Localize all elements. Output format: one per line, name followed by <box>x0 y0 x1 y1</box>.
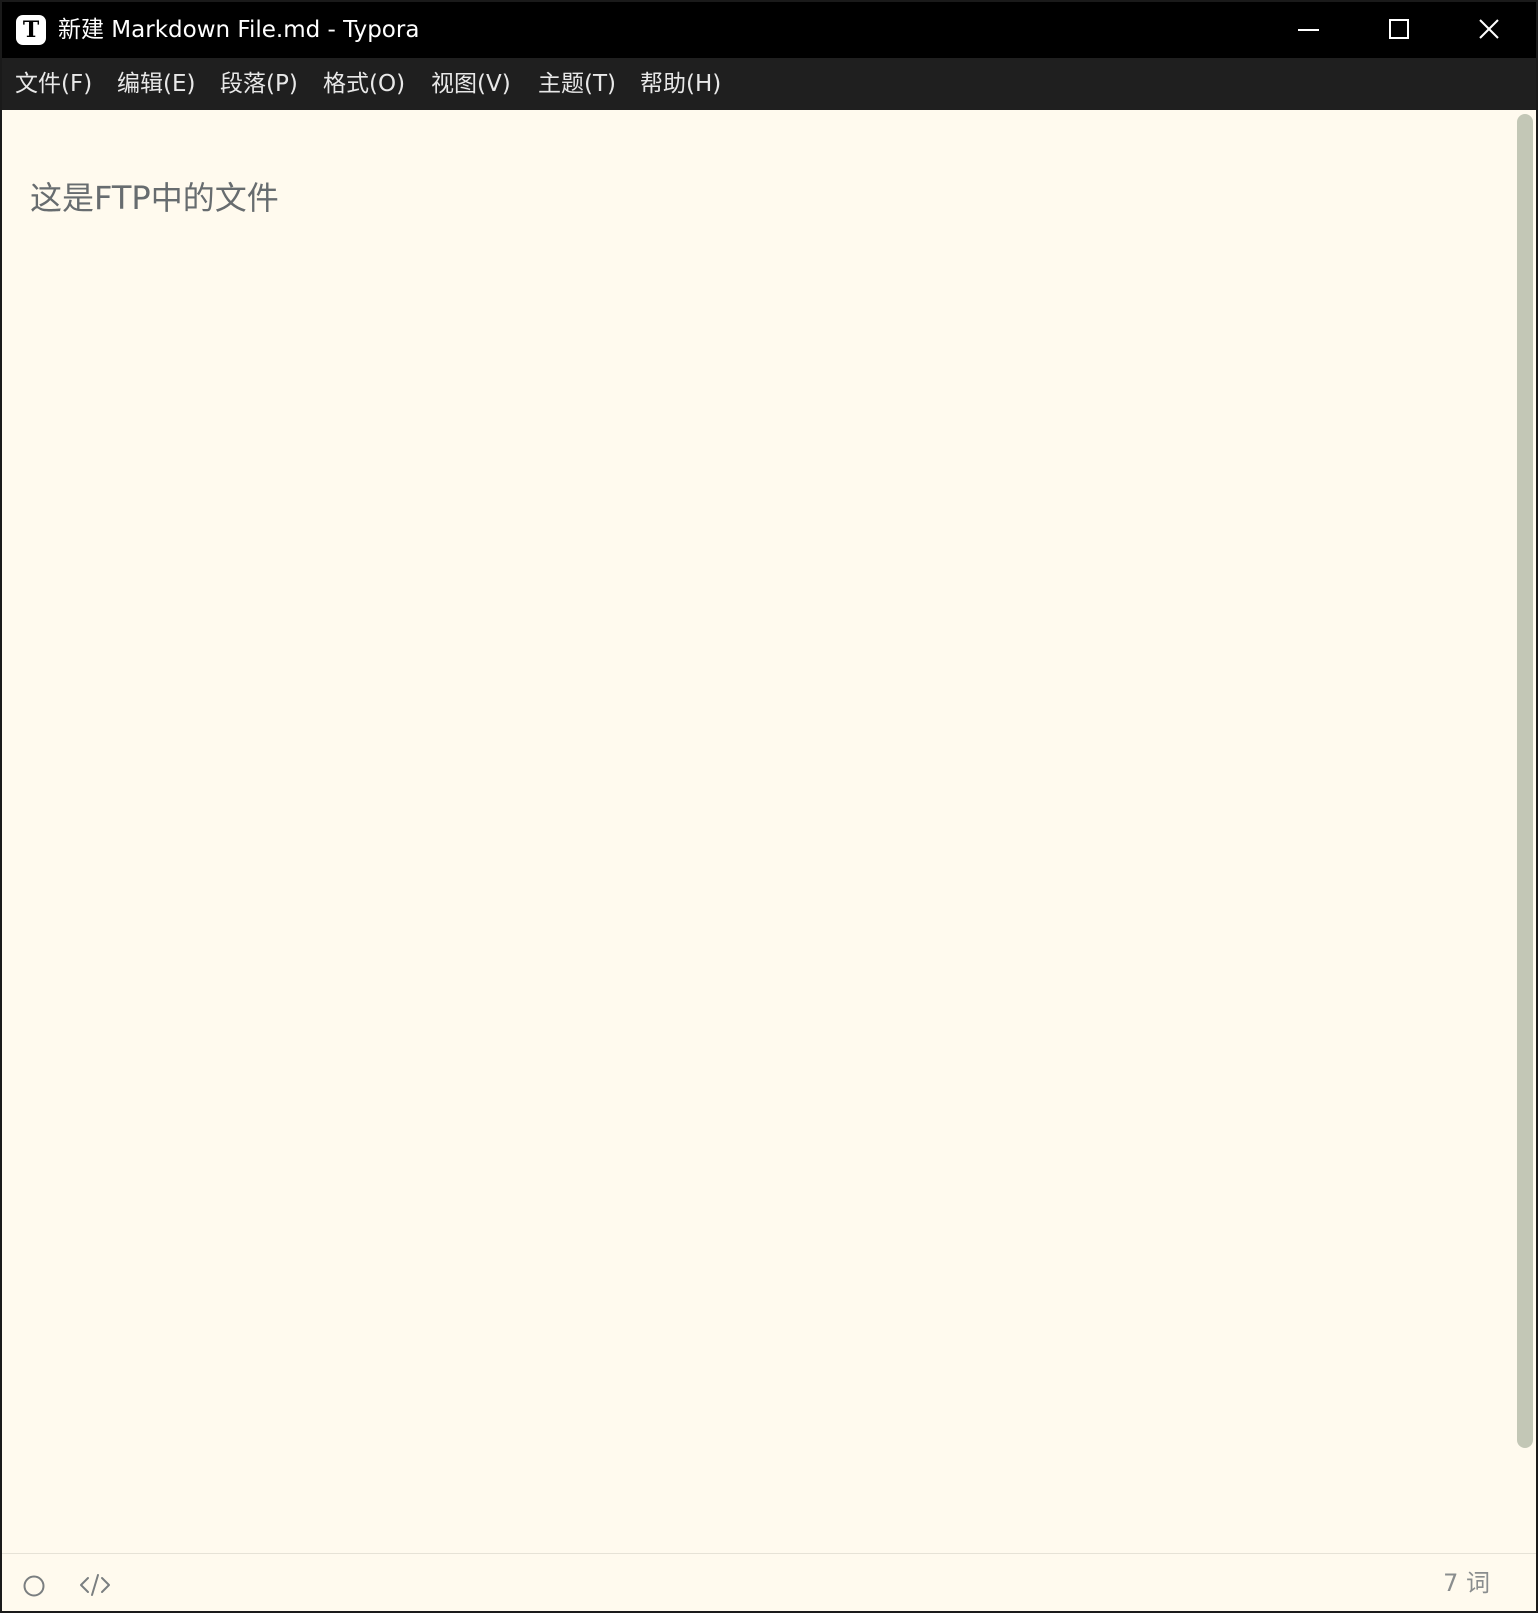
editor-area[interactable]: 这是FTP中的文件 <box>2 110 1536 1553</box>
typora-window: T 新建 Markdown File.md - Typora 文件(F) 编辑(… <box>0 0 1538 1613</box>
source-code-mode-button[interactable] <box>78 1570 112 1600</box>
menu-format[interactable]: 格式(O) <box>323 69 405 99</box>
menu-file[interactable]: 文件(F) <box>15 69 92 99</box>
close-icon <box>1479 19 1499 39</box>
outline-toggle-button[interactable] <box>22 1574 46 1598</box>
title-bar[interactable]: T 新建 Markdown File.md - Typora <box>2 2 1536 58</box>
minimize-button[interactable] <box>1264 2 1354 58</box>
menu-bar: 文件(F) 编辑(E) 段落(P) 格式(O) 视图(V) 主题(T) 帮助(H… <box>2 58 1536 110</box>
menu-theme[interactable]: 主题(T) <box>538 69 616 99</box>
vertical-scrollbar[interactable] <box>1517 114 1533 1448</box>
document-paragraph[interactable]: 这是FTP中的文件 <box>30 178 279 218</box>
close-button[interactable] <box>1444 2 1534 58</box>
menu-paragraph[interactable]: 段落(P) <box>220 69 298 99</box>
menu-help[interactable]: 帮助(H) <box>640 69 721 99</box>
menu-edit[interactable]: 编辑(E) <box>117 69 195 99</box>
window-title: 新建 Markdown File.md - Typora <box>58 17 420 43</box>
maximize-icon <box>1389 19 1409 39</box>
maximize-button[interactable] <box>1354 2 1444 58</box>
code-brackets-icon <box>80 1574 110 1596</box>
typora-logo-icon: T <box>16 15 46 45</box>
menu-view[interactable]: 视图(V) <box>431 69 511 99</box>
circle-outline-icon <box>23 1575 45 1597</box>
minimize-icon <box>1298 29 1319 31</box>
status-bar: 7 词 <box>2 1553 1536 1611</box>
word-count[interactable]: 7 词 <box>1443 1568 1490 1598</box>
